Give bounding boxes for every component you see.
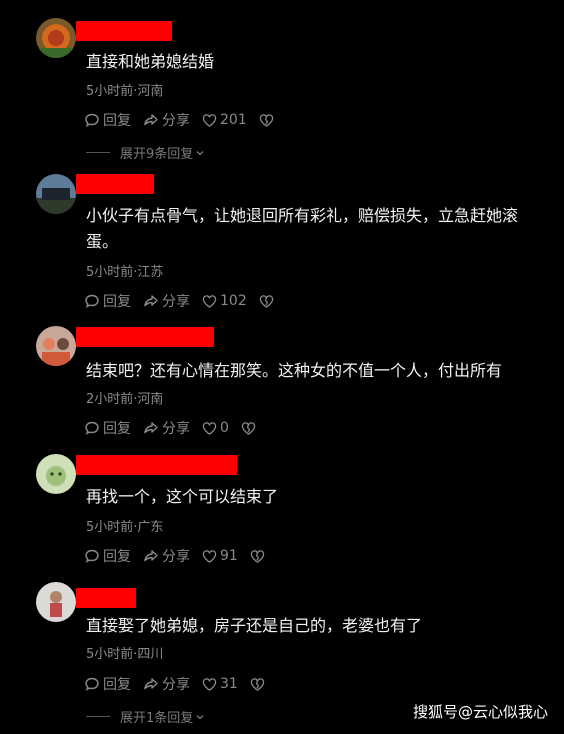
comment-meta: 5小时前·河南: [86, 84, 164, 99]
share-button[interactable]: 分享: [143, 674, 190, 694]
expand-replies-label: 展开9条回复: [120, 147, 194, 162]
avatar[interactable]: [36, 18, 76, 58]
comment-actions: 回复 分享 31: [84, 674, 277, 694]
watermark: 搜狐号@云心似我心: [412, 703, 548, 721]
broken-heart-icon: [241, 421, 256, 435]
dislike-button[interactable]: [241, 421, 256, 436]
comment-bubble-icon: [85, 113, 99, 127]
avatar[interactable]: [36, 326, 76, 366]
share-arrow-icon: [144, 550, 158, 562]
username-redacted: [76, 21, 172, 41]
like-button[interactable]: 201: [202, 112, 247, 128]
share-button[interactable]: 分享: [143, 291, 190, 311]
heart-icon: [202, 549, 217, 563]
share-button[interactable]: 分享: [143, 418, 190, 438]
comment-bubble-icon: [85, 294, 99, 308]
dislike-button[interactable]: [259, 113, 274, 128]
share-label: 分享: [162, 677, 190, 693]
comment-text: 直接和她弟媳结婚: [86, 52, 215, 71]
like-button[interactable]: 91: [202, 548, 238, 564]
divider: [86, 716, 110, 717]
expand-replies-label: 展开1条回复: [120, 711, 194, 726]
like-count: 0: [220, 420, 229, 436]
share-label: 分享: [162, 421, 190, 437]
share-button[interactable]: 分享: [143, 546, 190, 566]
comment-meta: 5小时前·广东: [86, 520, 164, 535]
reply-label: 回复: [103, 294, 131, 310]
like-count: 31: [220, 676, 238, 692]
avatar[interactable]: [36, 454, 76, 494]
comment-bubble-icon: [85, 549, 99, 563]
dislike-button[interactable]: [250, 677, 265, 692]
like-count: 91: [220, 548, 238, 564]
comment-bubble-icon: [85, 677, 99, 691]
share-label: 分享: [162, 294, 190, 310]
comment-bubble-icon: [85, 421, 99, 435]
like-button[interactable]: 0: [202, 420, 229, 436]
share-arrow-icon: [144, 678, 158, 690]
expand-replies[interactable]: 展开9条回复: [86, 143, 205, 162]
reply-label: 回复: [103, 113, 131, 129]
broken-heart-icon: [259, 294, 273, 308]
comment-actions: 回复 分享 201: [84, 110, 286, 130]
like-button[interactable]: 102: [202, 293, 247, 309]
comment-text: 小伙子有点骨气，让她退回所有彩礼，赔偿损失，立急赶她滚蛋。: [86, 206, 519, 251]
avatar[interactable]: [36, 582, 76, 622]
reply-label: 回复: [103, 421, 131, 437]
reply-label: 回复: [103, 677, 131, 693]
share-label: 分享: [162, 113, 190, 129]
comment-actions: 回复 分享 102: [84, 291, 286, 311]
like-button[interactable]: 31: [202, 676, 238, 692]
chevron-down-icon: [196, 714, 204, 719]
comment-text: 再找一个，这个可以结束了: [86, 487, 279, 506]
username-redacted: [76, 327, 214, 347]
like-count: 201: [220, 112, 247, 128]
reply-button[interactable]: 回复: [84, 291, 131, 311]
dislike-button[interactable]: [250, 549, 265, 564]
comment-meta: 5小时前·江苏: [86, 265, 164, 280]
comment-text: 直接娶了她弟媳，房子还是自己的，老婆也有了: [86, 616, 423, 635]
broken-heart-icon: [259, 113, 273, 127]
like-count: 102: [220, 293, 247, 309]
expand-replies[interactable]: 展开1条回复: [86, 707, 205, 726]
broken-heart-icon: [250, 549, 265, 563]
username-redacted: [76, 588, 136, 608]
share-arrow-icon: [144, 114, 158, 126]
heart-icon: [202, 677, 217, 691]
heart-icon: [202, 113, 217, 127]
share-label: 分享: [162, 549, 190, 565]
reply-button[interactable]: 回复: [84, 546, 131, 566]
avatar[interactable]: [36, 174, 76, 214]
heart-icon: [202, 421, 217, 435]
divider: [86, 152, 110, 153]
heart-icon: [202, 294, 217, 308]
share-button[interactable]: 分享: [143, 110, 190, 130]
username-redacted: [76, 174, 154, 194]
comment-text: 结束吧？还有心情在那笑。这种女的不值一个人，付出所有: [86, 361, 503, 380]
reply-button[interactable]: 回复: [84, 110, 131, 130]
share-arrow-icon: [144, 295, 158, 307]
dislike-button[interactable]: [259, 294, 274, 309]
comment-actions: 回复 分享 0: [84, 418, 268, 438]
reply-button[interactable]: 回复: [84, 418, 131, 438]
chevron-down-icon: [196, 150, 204, 155]
username-redacted: [76, 455, 237, 475]
comment-meta: 5小时前·四川: [86, 647, 164, 662]
comment-actions: 回复 分享 91: [84, 546, 277, 566]
share-arrow-icon: [144, 422, 158, 434]
reply-label: 回复: [103, 549, 131, 565]
comment-meta: 2小时前·河南: [86, 392, 164, 407]
broken-heart-icon: [250, 677, 265, 691]
reply-button[interactable]: 回复: [84, 674, 131, 694]
